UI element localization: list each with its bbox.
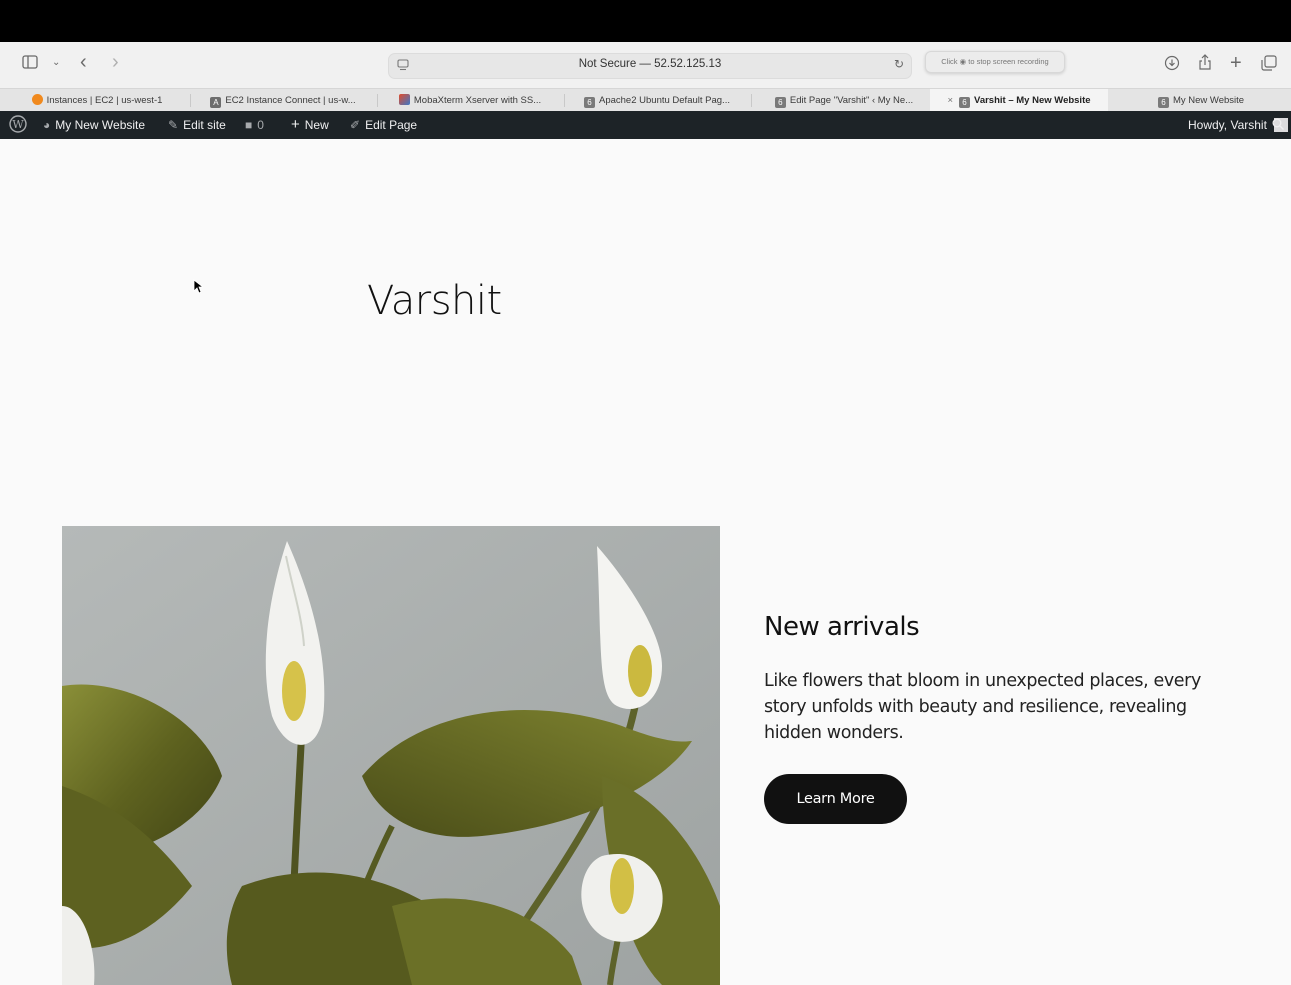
tab-my-new-website[interactable]: 6 My New Website [1112,89,1290,112]
screen-top-bar [0,0,1291,42]
site-name-link[interactable]: ◕ My New Website [43,111,145,139]
tab-varshit-active[interactable]: × 6 Varshit – My New Website [930,89,1108,112]
tab-mobaxterm[interactable]: MobaXterm Xserver with SS... [380,89,560,112]
back-icon[interactable]: ‹ [80,52,87,72]
plus-icon: + [291,116,300,133]
tab-apache-default[interactable]: 6 Apache2 Ubuntu Default Pag... [567,89,747,112]
section-title: New arrivals [764,612,920,642]
reload-icon[interactable]: ↻ [894,57,904,71]
comments-link[interactable]: ■ 0 [245,111,264,139]
pencil-icon: ✐ [350,118,361,132]
svg-text:W: W [12,118,24,131]
edit-site-link[interactable]: ✎ Edit site [168,111,226,139]
comment-icon: ■ [245,118,253,132]
wp-admin-bar: W ◕ My New Website ✎ Edit site ■ 0 + New ✐ Ed… [0,111,1291,139]
learn-more-button[interactable]: Learn More [764,774,907,824]
mouse-cursor-icon [193,279,205,299]
wordpress-logo-icon[interactable]: W [9,111,27,139]
hero-image-peace-lilies [62,526,720,985]
address-text: Not Secure — 52.52.125.13 [578,58,722,70]
apache-favicon-icon: 6 [584,97,595,108]
dashboard-icon: ◕ [43,118,51,132]
wp-favicon-icon: 6 [774,97,786,108]
page-content: Varshit New arrivals Like flowers that b… [0,139,1291,985]
section-description: Like flowers that bloom in unexpected pl… [764,671,1201,743]
download-icon[interactable] [1164,55,1180,77]
search-icon[interactable] [1272,111,1284,139]
close-tab-icon[interactable]: × [947,95,953,106]
wp-favicon-icon: 6 [959,97,971,108]
edit-page-link[interactable]: ✐ Edit Page [350,111,417,139]
tab-ec2-instances[interactable]: Instances | EC2 | us-west-1 [8,89,186,112]
new-tab-icon[interactable]: + [1230,53,1242,73]
forward-icon[interactable]: › [112,52,119,72]
brush-icon: ✎ [168,118,179,132]
new-content-link[interactable]: + New [291,111,329,139]
tab-overview-icon[interactable] [1261,55,1277,77]
instance-connect-favicon-icon: A [210,97,222,108]
address-bar[interactable]: Not Secure — 52.52.125.13 ↻ [388,53,912,79]
tab-bar: Instances | EC2 | us-west-1 A EC2 Instanc… [0,88,1291,112]
tab-ec2-connect[interactable]: A EC2 Instance Connect | us-w... [193,89,373,112]
recording-notice[interactable]: Click ◉ to stop screen recording [925,51,1065,73]
share-icon[interactable] [1197,53,1213,77]
site-title[interactable]: Varshit [367,278,502,324]
tab-edit-page[interactable]: 6 Edit Page "Varshit" ‹ My Ne... [754,89,934,112]
chevron-down-icon[interactable]: ⌄ [52,53,60,73]
wp-favicon-icon: 6 [1157,97,1169,108]
mobaxterm-favicon-icon [398,94,410,105]
ec2-favicon-icon [31,94,43,105]
sidebar-icon[interactable] [22,55,38,75]
